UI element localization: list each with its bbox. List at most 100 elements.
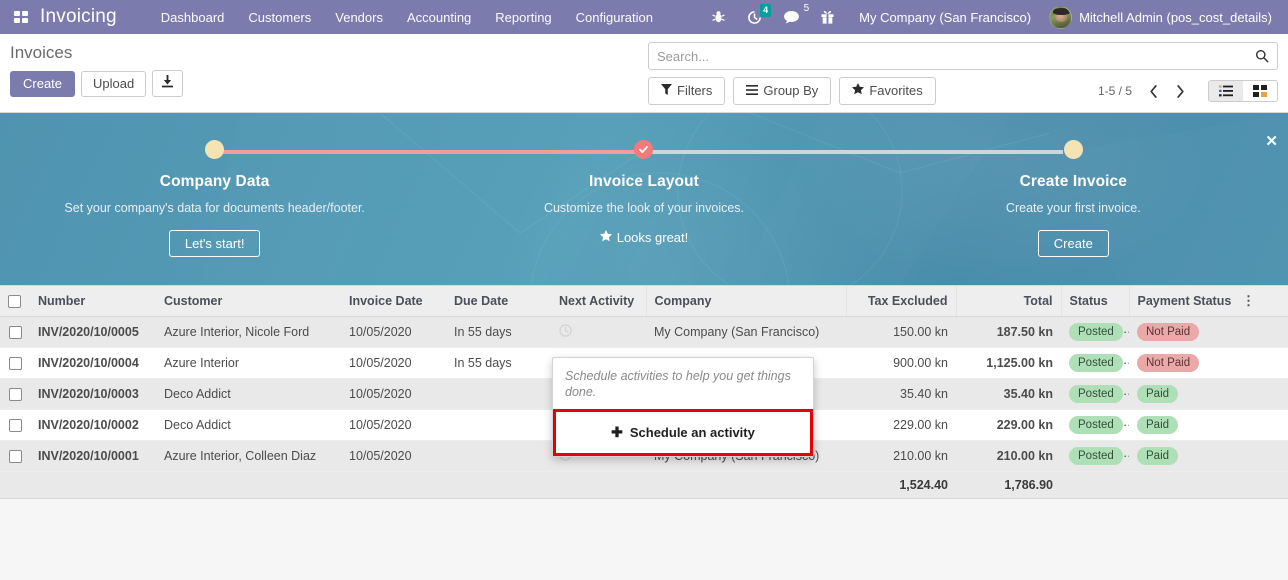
step-description: Set your company's data for documents he… (64, 201, 365, 215)
menu-item-vendors[interactable]: Vendors (323, 4, 395, 31)
activity-clock-icon[interactable]: 4 (736, 3, 773, 25)
status-badge: Posted (1069, 416, 1123, 435)
row-checkbox[interactable] (8, 357, 22, 371)
close-icon[interactable]: ✕ (1265, 134, 1278, 149)
cell-invoice-date: 10/05/2020 (341, 409, 446, 442)
column-header-tax-excluded[interactable]: Tax Excluded (845, 284, 956, 318)
cell-due-date (446, 440, 551, 473)
control-panel: Invoices Create Upload Search... Filters… (0, 34, 1288, 113)
upload-button[interactable]: Upload (81, 70, 147, 97)
star-icon (599, 230, 612, 245)
cell-number: INV/2020/10/0004 (30, 347, 156, 380)
looks-great-label: Looks great! (616, 230, 689, 245)
cell-number: INV/2020/10/0003 (30, 378, 156, 411)
column-header-number[interactable]: Number (30, 284, 156, 318)
group-by-button[interactable]: Group By (733, 77, 832, 105)
row-checkbox[interactable] (8, 388, 22, 402)
cell-customer: Deco Addict (156, 378, 341, 411)
create-invoice-button[interactable]: Create (1037, 230, 1109, 257)
payment-status-badge: Paid (1137, 447, 1179, 466)
cell-spacer (1234, 378, 1288, 411)
onboarding-banner: ✕ Company Data Set your company's data f… (0, 113, 1288, 285)
step-dot-todo[interactable] (1063, 140, 1083, 159)
cell-customer: Deco Addict (156, 409, 341, 442)
row-checkbox[interactable] (8, 419, 22, 433)
download-import-icon[interactable] (152, 70, 184, 97)
schedule-an-activity-button[interactable]: ✚ Schedule an activity (553, 409, 813, 456)
row-checkbox[interactable] (8, 450, 22, 464)
cell-payment-status: Not Paid (1129, 347, 1234, 380)
optional-columns-toggle[interactable]: ⋮ (1234, 284, 1288, 318)
chevron-right-icon[interactable] (1169, 83, 1192, 100)
cell-spacer (1234, 409, 1288, 442)
table-header-row: Number Customer Invoice Date Due Date Ne… (0, 284, 1288, 318)
apps-grid-icon[interactable] (8, 10, 34, 25)
cell-invoice-date: 10/05/2020 (341, 440, 446, 473)
user-menu[interactable]: Mitchell Admin (pos_cost_details) (1041, 5, 1276, 29)
messages-icon[interactable]: 5 (773, 3, 810, 24)
payment-status-badge: Not Paid (1137, 323, 1200, 342)
company-switcher[interactable]: My Company (San Francisco) (845, 10, 1041, 25)
filters-button[interactable]: Filters (648, 77, 726, 105)
onboarding-steps: Company Data Set your company's data for… (0, 113, 1288, 285)
column-header-due-date[interactable]: Due Date (446, 284, 551, 318)
step-title: Invoice Layout (589, 173, 699, 190)
column-header-payment-status[interactable]: Payment Status (1128, 284, 1234, 318)
menu-item-reporting[interactable]: Reporting (483, 4, 563, 31)
chevron-left-icon[interactable] (1142, 83, 1165, 100)
search-input[interactable] (657, 48, 1255, 64)
menu-item-accounting[interactable]: Accounting (395, 4, 483, 31)
step-dot-todo[interactable] (205, 140, 225, 159)
select-all-checkbox[interactable] (8, 295, 21, 309)
step-dot-done[interactable] (634, 140, 654, 159)
favorites-label: Favorites (869, 83, 923, 98)
cell-spacer (1234, 347, 1288, 380)
popover-body: Schedule activities to help you get thin… (553, 358, 813, 409)
column-header-total[interactable]: Total (955, 284, 1061, 318)
menu-item-customers[interactable]: Customers (236, 4, 323, 31)
messages-count-badge: 5 (803, 2, 810, 14)
cell-number: INV/2020/10/0001 (30, 440, 156, 473)
search-icon[interactable] (1255, 49, 1269, 63)
column-header-next-activity[interactable]: Next Activity (551, 284, 646, 318)
cell-status: Posted (1061, 440, 1129, 473)
list-empty-area (0, 499, 1288, 580)
gift-icon[interactable] (810, 10, 845, 24)
odoo-app-window: Invoicing Dashboard Customers Vendors Ac… (0, 0, 1288, 580)
schedule-an-activity-label: Schedule an activity (629, 425, 755, 440)
payment-status-badge: Paid (1137, 416, 1179, 435)
view-switcher (1208, 80, 1278, 102)
column-header-customer[interactable]: Customer (156, 284, 341, 318)
cell-total: 187.50 kn (956, 316, 1061, 349)
cell-payment-status: Not Paid (1129, 316, 1234, 349)
search-bar[interactable] (648, 42, 1278, 70)
vertical-dots-icon[interactable]: ⋮ (1242, 293, 1255, 308)
looks-great-link[interactable]: Looks great! (599, 230, 689, 245)
cell-tax-excluded: 900.00 kn (846, 347, 956, 380)
menu-item-configuration[interactable]: Configuration (564, 4, 665, 31)
systray: 4 5 My Company (San Francisco) Mitchell … (701, 3, 1280, 29)
popover-hint-text: Schedule activities to help you get thin… (565, 369, 791, 399)
lets-start-button[interactable]: Let's start! (168, 230, 261, 257)
table-row[interactable]: INV/2020/10/0005 Azure Interior, Nicole … (0, 316, 1288, 349)
app-brand-invoicing[interactable]: Invoicing (34, 6, 127, 28)
column-header-status[interactable]: Status (1060, 284, 1129, 318)
cell-number: INV/2020/10/0002 (30, 409, 156, 442)
clock-icon[interactable] (559, 324, 572, 340)
cell-invoice-date: 10/05/2020 (341, 347, 446, 380)
cell-next-activity[interactable] (551, 316, 646, 349)
column-header-invoice-date[interactable]: Invoice Date (341, 284, 446, 318)
favorites-button[interactable]: Favorites (839, 77, 936, 105)
bug-icon[interactable] (701, 10, 736, 24)
menu-item-dashboard[interactable]: Dashboard (149, 4, 237, 31)
plus-icon: ✚ (611, 424, 623, 440)
kanban-view-icon[interactable] (1243, 81, 1277, 101)
cell-payment-status: Paid (1129, 409, 1234, 442)
column-header-company[interactable]: Company (645, 284, 846, 318)
list-view-icon[interactable] (1209, 81, 1243, 101)
filters-label: Filters (677, 83, 713, 98)
row-checkbox[interactable] (8, 326, 22, 340)
onboarding-step-create-invoice: Create Invoice Create your first invoice… (859, 140, 1288, 285)
payment-status-badge: Not Paid (1137, 354, 1200, 373)
create-button[interactable]: Create (10, 70, 76, 97)
